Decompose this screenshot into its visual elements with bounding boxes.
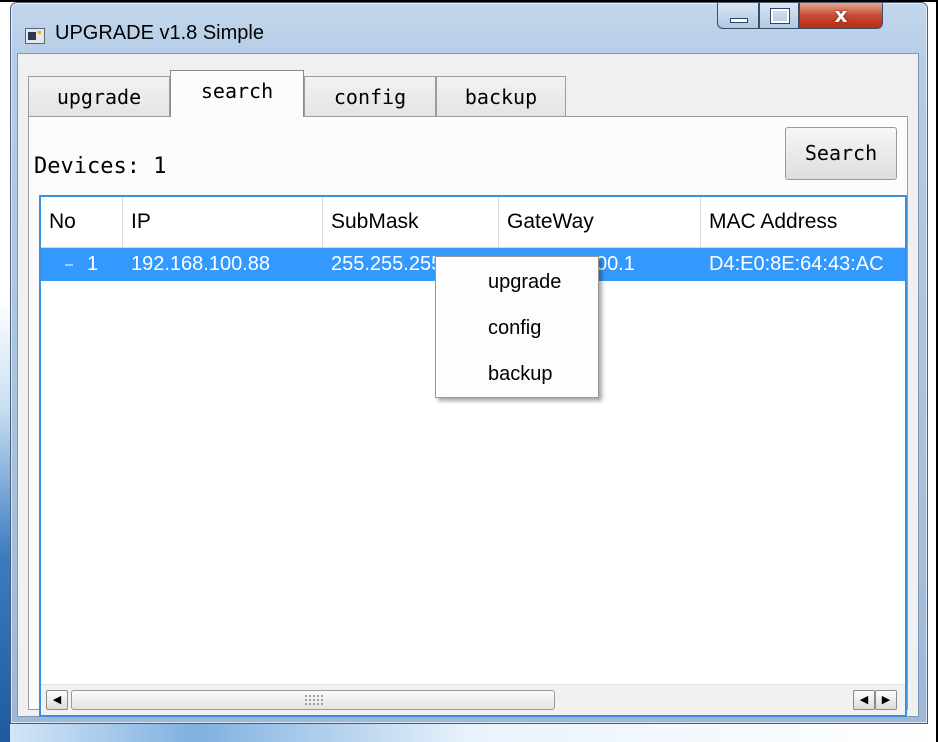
devices-count: Devices: 1 bbox=[34, 154, 167, 179]
context-menu-item-upgrade[interactable]: upgrade bbox=[488, 271, 561, 294]
maximize-button[interactable] bbox=[759, 3, 799, 29]
row-marker bbox=[65, 264, 73, 266]
minimize-button[interactable] bbox=[717, 3, 759, 29]
context-menu-item-backup[interactable]: backup bbox=[488, 363, 553, 386]
cell-mac: D4:E0:8E:64:43:AC bbox=[709, 253, 884, 275]
column-header-mac[interactable]: MAC Address bbox=[701, 197, 905, 247]
cell-ip: 192.168.100.88 bbox=[131, 253, 271, 275]
grip-icon bbox=[304, 694, 324, 706]
column-header-submask[interactable]: SubMask bbox=[323, 197, 499, 247]
column-header-no[interactable]: No bbox=[41, 197, 123, 247]
table-header: No IP SubMask GateWay MAC Address bbox=[41, 197, 905, 248]
tab-backup[interactable]: backup bbox=[436, 76, 566, 116]
desktop-background bbox=[0, 0, 10, 742]
column-header-gateway[interactable]: GateWay bbox=[499, 197, 701, 247]
close-icon: x bbox=[834, 3, 848, 27]
scroll-right-arrow-icon[interactable]: ▶ bbox=[875, 690, 897, 710]
window-title: UPGRADE v1.8 Simple bbox=[55, 22, 264, 44]
scroll-left-arrow-icon[interactable]: ◀ bbox=[46, 690, 68, 710]
minimize-icon bbox=[730, 18, 748, 23]
scroll-thumb[interactable] bbox=[71, 690, 555, 710]
screen-border bbox=[0, 0, 938, 2]
app-icon bbox=[25, 28, 45, 44]
maximize-icon bbox=[771, 9, 789, 23]
cell-no: 1 bbox=[87, 253, 99, 275]
context-menu-item-config[interactable]: config bbox=[488, 317, 541, 340]
horizontal-scrollbar[interactable]: ◀ ◀ ▶ bbox=[41, 684, 905, 715]
close-button[interactable]: x bbox=[799, 3, 883, 29]
tab-upgrade[interactable]: upgrade bbox=[28, 76, 170, 116]
tab-search[interactable]: search bbox=[170, 70, 304, 117]
search-button[interactable]: Search bbox=[785, 127, 897, 180]
column-header-ip[interactable]: IP bbox=[123, 197, 323, 247]
scroll-left-arrow-icon[interactable]: ◀ bbox=[853, 690, 875, 710]
tab-config[interactable]: config bbox=[304, 76, 436, 116]
context-menu: upgrade config backup bbox=[435, 256, 599, 398]
title-bar[interactable]: UPGRADE v1.8 Simple x bbox=[11, 3, 927, 53]
